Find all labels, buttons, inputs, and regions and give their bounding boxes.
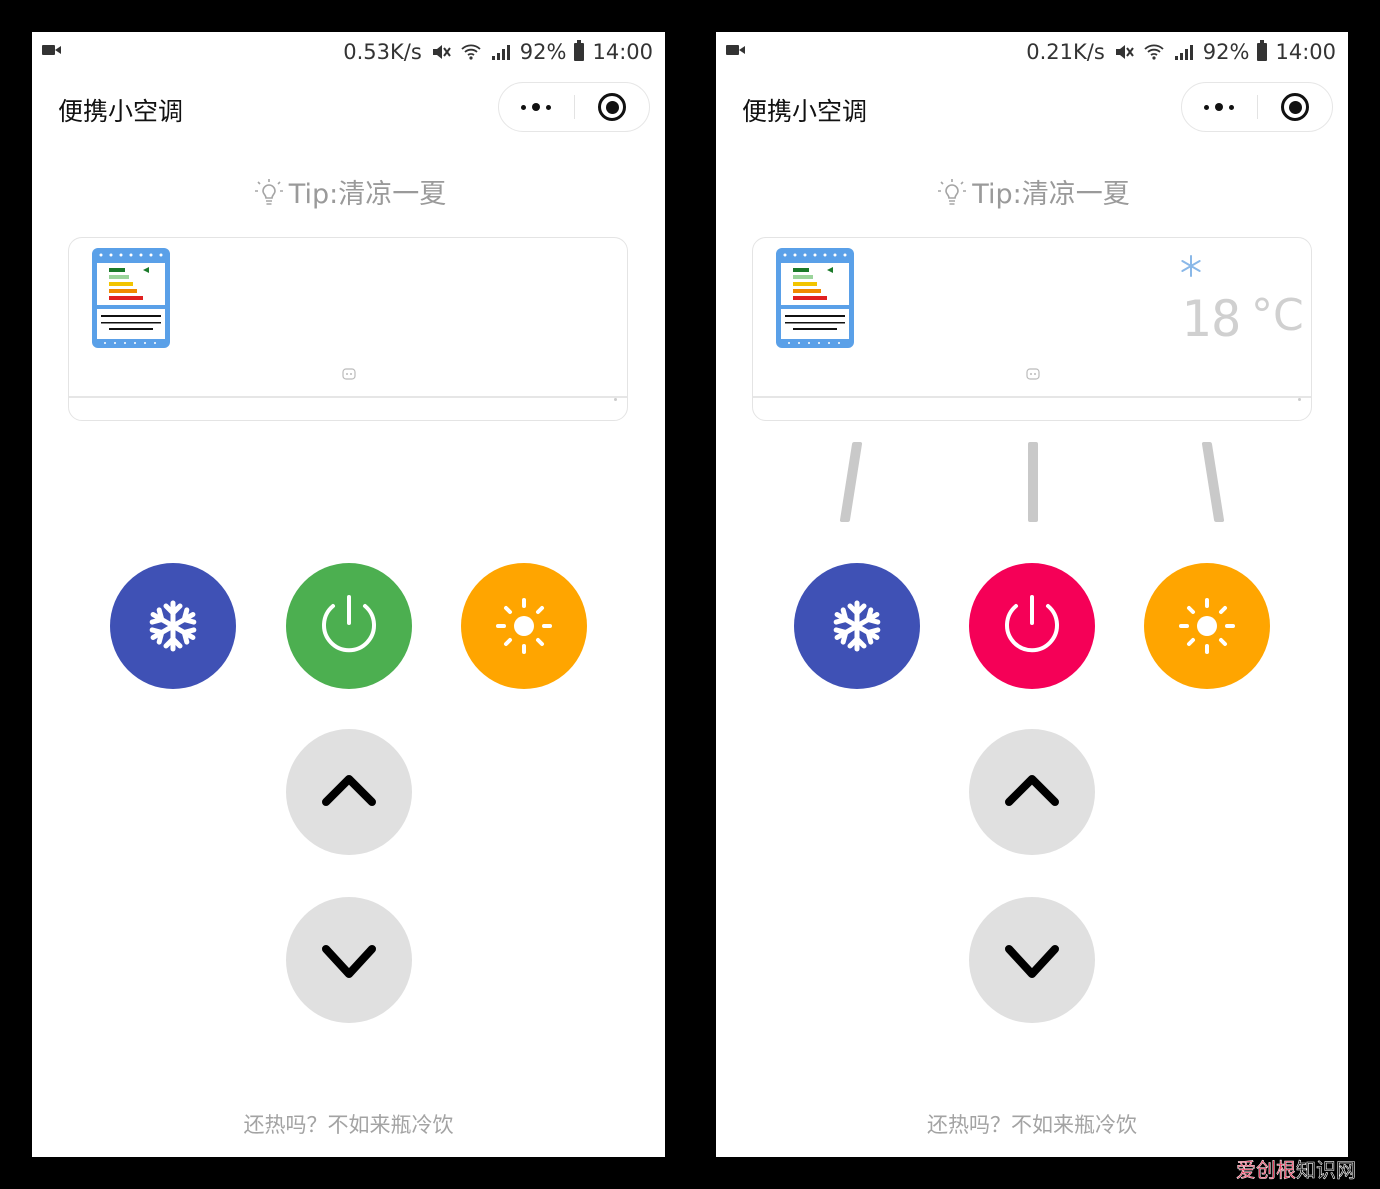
- clock: 14:00: [592, 40, 653, 64]
- chevron-up-icon: [322, 775, 376, 806]
- sun-icon: [496, 598, 552, 654]
- more-button[interactable]: [1182, 83, 1257, 131]
- sun-icon: [1179, 598, 1235, 654]
- footer-note: 还热吗？不如来瓶冷饮: [243, 1113, 454, 1137]
- nav-bar: 便携小空调: [32, 78, 665, 138]
- more-dots-icon: [532, 103, 540, 111]
- mute-icon: [1115, 45, 1134, 59]
- watermark: 爱创根知识网: [1236, 1154, 1357, 1183]
- wifi-icon: [461, 44, 481, 60]
- air-conditioner-unit: [68, 237, 628, 421]
- video-camera-icon: [42, 45, 61, 55]
- vent-line: [69, 396, 627, 398]
- snowflake-icon: [1181, 255, 1201, 277]
- video-camera-icon: [726, 45, 745, 55]
- more-dots-icon: [1229, 105, 1234, 110]
- phone-screen-off: 0.53K/s 92% 14:00 便携小空调 Tip:清凉一夏 还热吗？不如来…: [32, 32, 665, 1157]
- page-title: 便携小空调: [742, 97, 868, 126]
- network-speed: 0.21K/s: [1026, 40, 1105, 64]
- phone-screen-on: 0.21K/s 92% 14:00 便携小空调 Tip:清凉一夏 18 °C 还…: [716, 32, 1348, 1157]
- temperature-down-button[interactable]: [286, 897, 412, 1023]
- air-conditioner-unit: 18 °C: [752, 237, 1312, 421]
- temperature-down-button[interactable]: [969, 897, 1095, 1023]
- indicator-light-icon: [342, 368, 356, 380]
- battery-percent: 92%: [519, 40, 567, 64]
- battery-icon: [574, 40, 585, 61]
- mini-program-capsule: [498, 82, 650, 132]
- vent-dot: [614, 398, 617, 401]
- heat-mode-button[interactable]: [1144, 563, 1270, 689]
- lightbulb-icon: [254, 179, 283, 205]
- chevron-down-icon: [322, 945, 376, 978]
- page-title: 便携小空调: [58, 97, 184, 126]
- power-icon: [322, 595, 376, 653]
- temperature-unit: °C: [1251, 290, 1304, 341]
- status-bar: 0.21K/s 92% 14:00: [716, 32, 1348, 72]
- signal-icon: [491, 45, 510, 60]
- more-dots-icon: [1215, 103, 1223, 111]
- heat-mode-button[interactable]: [461, 563, 587, 689]
- vent-dot: [1298, 398, 1301, 401]
- power-icon: [1005, 595, 1059, 653]
- power-button[interactable]: [286, 563, 412, 689]
- tip-label: Tip:清凉一夏: [288, 179, 447, 210]
- more-dots-icon: [521, 105, 526, 110]
- tip-text: Tip:清凉一夏: [32, 172, 665, 211]
- temperature-display: 18: [1181, 290, 1242, 348]
- airflow-line: [839, 442, 863, 522]
- cool-mode-button[interactable]: [110, 563, 236, 689]
- target-dot-icon: [1289, 101, 1302, 114]
- close-button[interactable]: [575, 83, 649, 131]
- battery-icon: [1257, 40, 1268, 61]
- mini-program-capsule: [1181, 82, 1333, 132]
- chevron-up-icon: [1005, 775, 1059, 806]
- indicator-light-icon: [1026, 368, 1040, 380]
- airflow-line: [1201, 442, 1225, 522]
- cool-mode-button[interactable]: [794, 563, 920, 689]
- battery-percent: 92%: [1202, 40, 1250, 64]
- more-dots-icon: [546, 105, 551, 110]
- tip-text: Tip:清凉一夏: [716, 172, 1348, 211]
- nav-bar: 便携小空调: [716, 78, 1348, 138]
- vent-line: [753, 396, 1311, 398]
- lightbulb-icon: [938, 179, 967, 205]
- airflow-line: [1028, 442, 1038, 522]
- signal-icon: [1174, 45, 1193, 60]
- watermark-part-b: 知识网: [1296, 1158, 1357, 1183]
- wifi-icon: [1144, 44, 1164, 60]
- watermark-part-a: 爱创根: [1236, 1158, 1297, 1183]
- status-bar: 0.53K/s 92% 14:00: [32, 32, 665, 72]
- close-button[interactable]: [1258, 83, 1332, 131]
- temperature-up-button[interactable]: [969, 729, 1095, 855]
- target-dot-icon: [606, 101, 619, 114]
- snowflake-icon: [149, 600, 197, 652]
- temperature-up-button[interactable]: [286, 729, 412, 855]
- more-dots-icon: [1204, 105, 1209, 110]
- energy-label-icon: [776, 248, 854, 348]
- chevron-down-icon: [1005, 945, 1059, 978]
- clock: 14:00: [1275, 40, 1336, 64]
- network-speed: 0.53K/s: [343, 40, 422, 64]
- mute-icon: [432, 45, 451, 59]
- snowflake-icon: [833, 600, 881, 652]
- power-button[interactable]: [969, 563, 1095, 689]
- energy-label-icon: [92, 248, 170, 348]
- more-button[interactable]: [499, 83, 574, 131]
- tip-label: Tip:清凉一夏: [972, 179, 1130, 210]
- footer-note: 还热吗？不如来瓶冷饮: [927, 1113, 1137, 1137]
